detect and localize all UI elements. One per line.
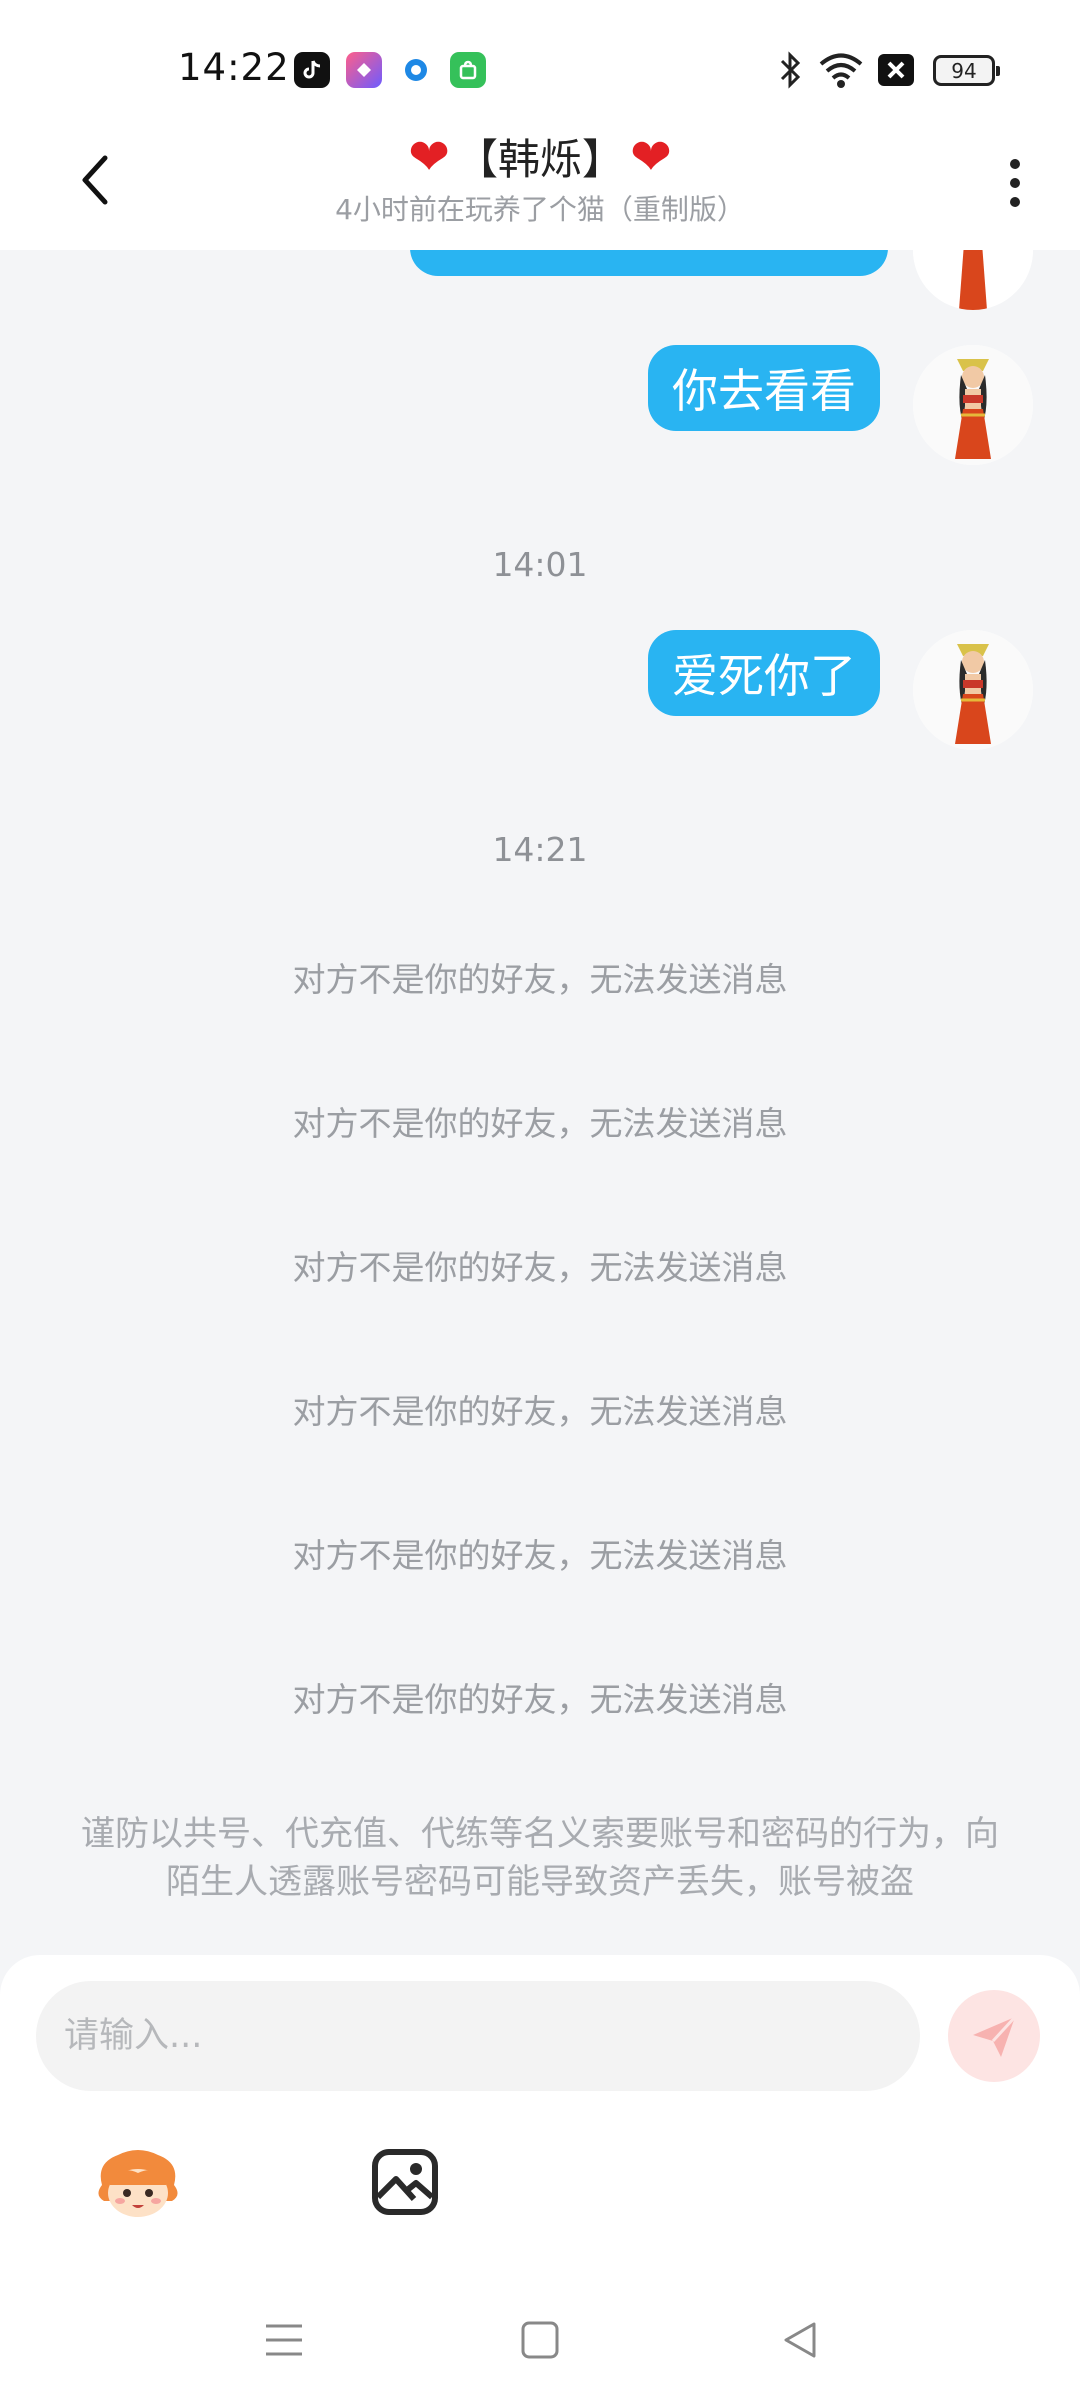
system-message: 对方不是你的好友，无法发送消息 [292,1536,788,1575]
heart-icon: ❤ [408,127,450,186]
image-icon [372,2149,438,2215]
more-options-button[interactable] [990,148,1040,218]
send-button[interactable] [948,1990,1040,2082]
chat-subtitle: 4小时前在玩养了个猫（重制版） [335,193,745,226]
shortcut-app-icon [346,52,382,88]
system-message: 对方不是你的好友，无法发送消息 [292,960,788,999]
message-text: 爱死你了 [672,649,856,703]
nav-menu-button[interactable] [254,2310,314,2370]
battery-indicator: 94 [933,55,1000,86]
status-bar: 14:22 94 [0,0,1080,120]
message-input[interactable] [36,1981,920,2091]
emoji-button[interactable] [88,2135,188,2235]
chat-title-row[interactable]: ❤ 【韩烁】 ❤ [0,126,1080,187]
more-vertical-icon [1010,159,1020,169]
image-button[interactable] [362,2139,448,2225]
system-message: 对方不是你的好友，无法发送消息 [292,1392,788,1431]
back-triangle-icon [784,2322,816,2358]
battery-level: 94 [951,58,977,83]
chat-header: ❤ 【韩烁】 ❤ 4小时前在玩养了个猫（重制版） [0,120,1080,250]
notification-x-icon [878,50,914,90]
message-bubble-sent[interactable]: 你去看看 [648,345,880,431]
browser-app-icon [398,52,434,88]
chat-title: 【韩烁】 [455,135,624,184]
home-square-icon [521,2321,559,2359]
store-app-icon [450,52,486,88]
message-text: 你去看看 [672,364,856,418]
avatar[interactable] [913,345,1033,465]
avatar[interactable] [913,630,1033,750]
system-message: 对方不是你的好友，无法发送消息 [292,1248,788,1287]
timestamp: 14:01 [492,545,588,584]
heart-icon: ❤ [630,127,672,186]
wifi-icon [818,50,864,90]
system-message: 对方不是你的好友，无法发送消息 [292,1680,788,1719]
security-warning: 谨防以共号、代充值、代练等名义索要账号和密码的行为，向陌生人透露账号密码可能导致… [81,1814,999,1902]
timestamp: 14:21 [492,830,588,869]
more-dot [1010,197,1020,207]
mascot-emoji-icon [98,2150,178,2217]
nav-home-button[interactable] [510,2310,570,2370]
status-time: 14:22 [178,46,290,89]
bluetooth-icon [776,50,804,90]
nav-back-button[interactable] [770,2310,830,2370]
more-dot [1010,178,1020,188]
menu-icon [266,2324,302,2356]
tiktok-icon [294,52,330,88]
chat-screen: 你去看看 14:01 爱死你了 14:21 对方不是你的好友，无法发送消息 对方… [0,0,1080,2400]
message-bubble-sent[interactable]: 爱死你了 [648,630,880,716]
system-nav-bar [0,2280,1080,2400]
send-icon [973,2015,1017,2057]
system-message: 对方不是你的好友，无法发送消息 [292,1104,788,1143]
